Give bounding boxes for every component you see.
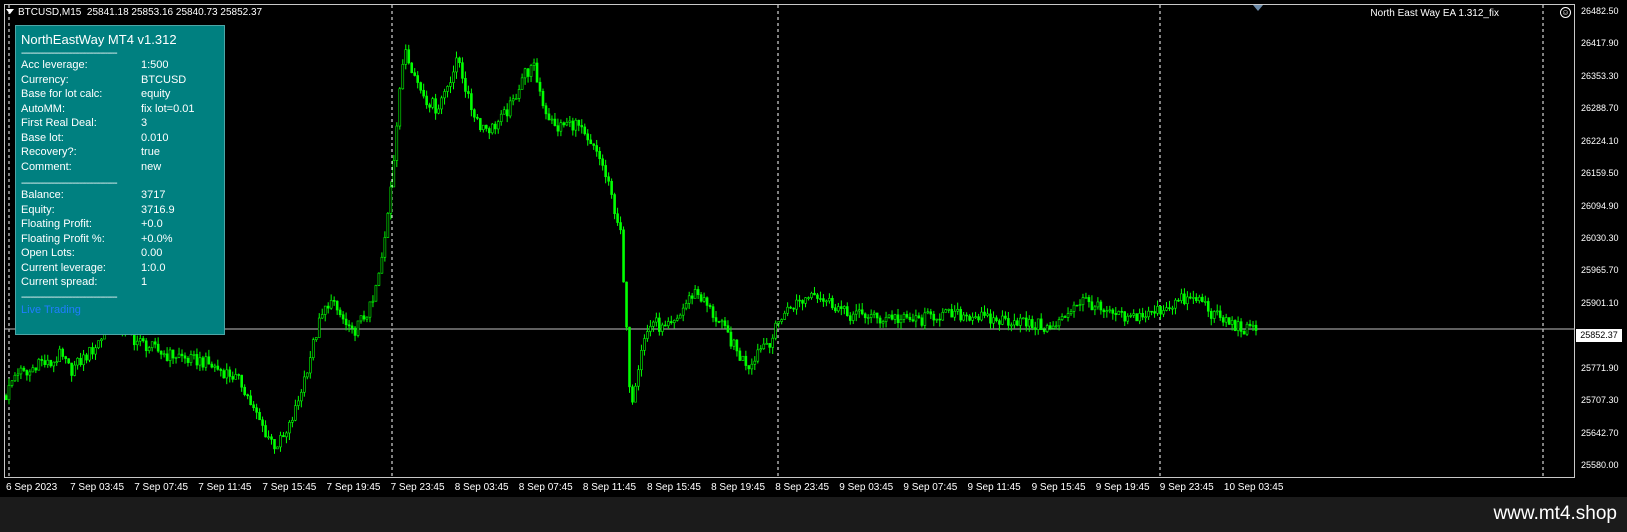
panel-row: First Real Deal: 3	[21, 117, 221, 131]
panel-row: Currency: BTCUSD	[21, 74, 221, 88]
panel-row: Recovery?: true	[21, 146, 221, 160]
panel-row-value: equity	[141, 88, 171, 100]
time-tick-label: 8 Sep 15:45	[647, 482, 701, 493]
panel-row-value: fix lot=0.01	[141, 102, 195, 115]
time-tick-label: 9 Sep 19:45	[1095, 482, 1150, 493]
price-tick-label: 25901.10	[1581, 297, 1619, 308]
time-tick-label: 6 Sep 2023	[6, 482, 58, 493]
time-tick-label: 8 Sep 11:45	[582, 482, 637, 493]
time-tick-label: 9 Sep 15:45	[1031, 482, 1086, 493]
panel-row-label: Current leverage:	[21, 261, 106, 274]
panel-row: Floating Profit %: +0.0%	[21, 233, 221, 247]
panel-row-value: BTCUSD	[141, 73, 187, 86]
panel-row-label: Equity:	[21, 203, 55, 216]
price-tick-label: 26417.90	[1581, 38, 1619, 49]
price-tick-label: 26094.90	[1581, 200, 1619, 211]
plot-frame	[4, 4, 1575, 478]
price-tick-label: 26224.10	[1581, 135, 1619, 146]
panel-row: Base for lot calc: equity	[21, 88, 221, 102]
time-tick-label: 7 Sep 07:45	[134, 482, 189, 493]
panel-row-value: 1	[141, 276, 148, 288]
ea-info-panel: NorthEastWay MT4 v1.312 ----------------…	[15, 25, 225, 335]
panel-row-value: 3	[141, 117, 148, 129]
chart-window[interactable]: BTCUSD,M15 25841.18 25853.16 25840.73 25…	[0, 0, 1627, 497]
price-tick-label: 25771.90	[1581, 362, 1619, 373]
panel-row-value: 1:500	[141, 59, 169, 71]
panel-row-label: First Real Deal:	[21, 117, 97, 129]
panel-row: Floating Profit: +0.0	[21, 218, 221, 232]
panel-row: Comment: new	[21, 161, 221, 175]
panel-row-value: 1:0.0	[141, 261, 166, 274]
panel-separator: ----------------------------------------…	[21, 178, 118, 189]
panel-row-label: Base for lot calc:	[21, 88, 103, 100]
price-tick-label: 25965.70	[1581, 265, 1619, 276]
time-tick-label: 7 Sep 03:45	[70, 482, 125, 493]
price-tick-label: 25642.70	[1581, 427, 1619, 438]
panel-row: Balance: 3717	[21, 189, 221, 203]
panel-row-value: 3716.9	[141, 203, 175, 216]
time-tick-label: 10 Sep 03:45	[1223, 482, 1284, 493]
time-tick-label: 7 Sep 15:45	[262, 482, 317, 493]
smiley-icon[interactable]: ☺	[1560, 7, 1571, 18]
price-tick-label: 25580.00	[1581, 460, 1619, 470]
panel-row-value: true	[141, 146, 160, 158]
panel-row: Open Lots: 0.00	[21, 247, 221, 261]
ohlc-values: 25841.18 25853.16 25840.73 25852.37	[86, 7, 263, 18]
price-tick-label: 26159.50	[1581, 168, 1619, 179]
panel-row-label: Currency:	[21, 73, 69, 86]
panel-row-value: 3717	[141, 189, 166, 201]
panel-row-value: 0.010	[141, 131, 169, 144]
panel-separator: ----------------------------------------…	[21, 48, 118, 59]
time-tick-label: 8 Sep 03:45	[454, 482, 509, 493]
panel-row-label: Floating Profit %:	[21, 232, 105, 245]
panel-row: Acc leverage: 1:500	[21, 59, 221, 73]
time-tick-label: 7 Sep 19:45	[326, 482, 381, 493]
panel-row: Equity: 3716.9	[21, 204, 221, 218]
chart-header: BTCUSD,M15 25841.18 25853.16 25840.73 25…	[6, 7, 262, 18]
time-tick-label: 9 Sep 11:45	[967, 482, 1021, 493]
time-tick-label: 8 Sep 07:45	[518, 482, 573, 493]
watermark: www.mt4.shop	[1493, 503, 1617, 524]
panel-title: NorthEastWay MT4 v1.312	[21, 32, 177, 47]
panel-row: AutoMM: fix lot=0.01	[21, 103, 221, 117]
panel-row-value: +0.0	[141, 218, 163, 230]
panel-row: Current leverage: 1:0.0	[21, 262, 221, 276]
panel-row-value: new	[141, 160, 162, 173]
panel-row: Base lot: 0.010	[21, 132, 221, 146]
panel-row-label: Open Lots:	[21, 247, 75, 259]
panel-row-label: Balance:	[21, 189, 64, 201]
panel-separator: ----------------------------------------…	[21, 292, 118, 303]
time-tick-label: 8 Sep 19:45	[711, 482, 766, 493]
price-tick-label: 26353.30	[1581, 70, 1619, 81]
panel-row-label: Comment:	[21, 160, 72, 173]
panel-row-label: Acc leverage:	[21, 59, 88, 71]
time-tick-label: 8 Sep 23:45	[775, 482, 830, 493]
time-tick-label: 9 Sep 03:45	[839, 482, 894, 493]
time-tick-label: 7 Sep 23:45	[390, 482, 445, 493]
price-tick-label: 26288.70	[1581, 103, 1619, 114]
panel-row-value: 0.00	[141, 247, 163, 259]
panel-row-label: AutoMM:	[21, 102, 66, 115]
live-trading-status: Live Trading	[21, 304, 81, 316]
price-tick-label: 25707.30	[1581, 395, 1619, 406]
time-tick-label: 7 Sep 11:45	[198, 482, 252, 493]
triangle-down-icon[interactable]	[6, 9, 14, 14]
price-tick-label: 26482.50	[1581, 6, 1619, 16]
panel-row-label: Base lot:	[21, 131, 64, 144]
panel-row-label: Floating Profit:	[21, 218, 92, 230]
symbol-timeframe: BTCUSD,M15	[18, 7, 82, 18]
price-tick-label: 26030.30	[1581, 233, 1619, 243]
current-price-tag: 25852.37	[1576, 329, 1622, 342]
time-tick-label: 9 Sep 07:45	[903, 482, 958, 493]
panel-row-value: +0.0%	[141, 232, 173, 245]
expert-advisor-label: North East Way EA 1.312_fix	[1370, 8, 1499, 19]
chart-shift-marker-icon[interactable]	[1253, 5, 1263, 11]
panel-row-label: Recovery?:	[21, 146, 77, 158]
time-tick-label: 9 Sep 23:45	[1159, 482, 1214, 493]
panel-row: Current spread: 1	[21, 276, 221, 290]
panel-row-label: Current spread:	[21, 276, 98, 288]
